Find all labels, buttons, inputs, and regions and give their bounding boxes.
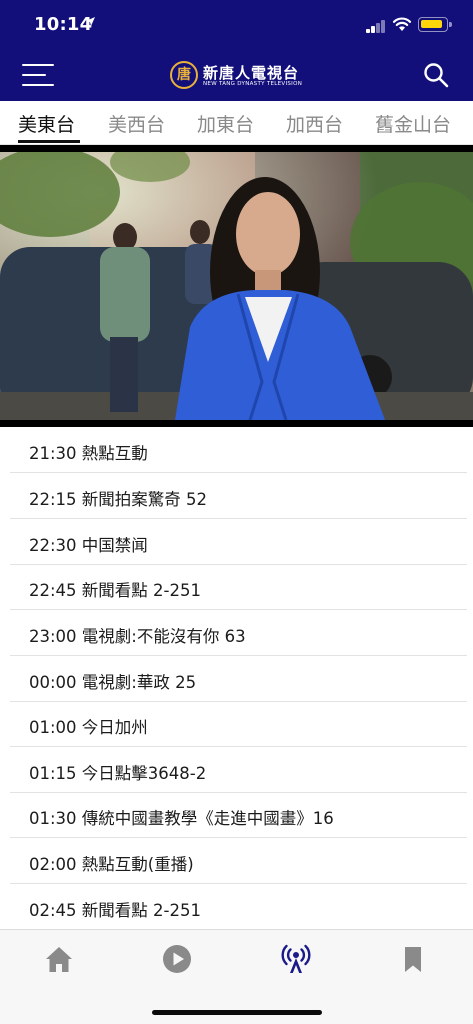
- program-text: 22:30 中国禁闻: [29, 536, 148, 555]
- ntd-logo-mark: 唐: [170, 61, 198, 89]
- program-text: 02:00 熱點互動(重播): [29, 855, 194, 874]
- battery-icon: [418, 17, 452, 32]
- wifi-icon: [392, 16, 412, 32]
- live-video-player[interactable]: [0, 145, 473, 427]
- program-text: 23:00 電視劇:不能沒有你 63: [29, 627, 246, 646]
- program-text: 01:30 傳統中國畫教學《走進中國畫》16: [29, 809, 334, 828]
- list-item[interactable]: 01:15 今日點擊3648-2: [10, 747, 467, 793]
- video-still-image: [0, 152, 473, 420]
- tab-canada-east[interactable]: 加東台: [197, 110, 254, 137]
- search-button[interactable]: [423, 62, 449, 88]
- list-item[interactable]: 01:00 今日加州: [10, 701, 467, 747]
- active-tab-indicator: [18, 140, 80, 143]
- program-text: 21:30 熱點互動: [29, 444, 148, 463]
- tab-canada-west[interactable]: 加西台: [286, 110, 343, 137]
- cellular-signal-icon: [366, 20, 386, 33]
- tab-san-francisco[interactable]: 舊金山台: [375, 110, 451, 137]
- list-item[interactable]: 23:00 電視劇:不能沒有你 63: [10, 610, 467, 656]
- list-item[interactable]: 22:45 新聞看點 2-251: [10, 564, 467, 610]
- program-text: 22:45 新聞看點 2-251: [29, 581, 201, 600]
- list-item[interactable]: 00:00 電視劇:華政 25: [10, 656, 467, 702]
- status-bar: 10:14: [0, 0, 473, 50]
- program-schedule-list: 21:30 熱點互動 22:15 新聞拍案驚奇 52 22:30 中国禁闻 22…: [0, 427, 473, 929]
- program-text: 00:00 電視劇:華政 25: [29, 673, 197, 692]
- tab-us-east[interactable]: 美東台: [18, 110, 75, 137]
- ntd-logo: 唐 新唐人電視台 NEW TANG DYNASTY TELEVISION: [170, 60, 310, 92]
- menu-button[interactable]: [22, 64, 54, 86]
- play-icon: [163, 945, 191, 973]
- bottom-tab-bar: [0, 929, 473, 1024]
- home-indicator: [152, 1010, 322, 1015]
- nav-video-button[interactable]: [160, 942, 194, 976]
- bookmark-icon: [405, 947, 421, 972]
- nav-home-button[interactable]: [42, 942, 76, 976]
- list-item[interactable]: 01:30 傳統中國畫教學《走進中國畫》16: [10, 792, 467, 838]
- list-item[interactable]: 22:30 中国禁闻: [10, 519, 467, 565]
- nav-bookmarks-button[interactable]: [396, 942, 430, 976]
- ntd-logo-chinese: 新唐人電視台: [203, 64, 300, 82]
- home-icon: [46, 947, 72, 972]
- status-time: 10:14: [34, 14, 93, 35]
- program-text: 01:15 今日點擊3648-2: [29, 764, 207, 783]
- nav-live-button[interactable]: [279, 942, 313, 976]
- video-frame: [0, 152, 473, 420]
- location-arrow-icon: [85, 16, 96, 30]
- list-item[interactable]: 22:15 新聞拍案驚奇 52: [10, 473, 467, 519]
- tab-us-west[interactable]: 美西台: [108, 110, 165, 137]
- program-text: 02:45 新聞看點 2-251: [29, 901, 201, 920]
- list-item[interactable]: 21:30 熱點互動: [10, 427, 467, 473]
- program-text: 22:15 新聞拍案驚奇 52: [29, 490, 208, 509]
- search-icon: [424, 63, 449, 88]
- channel-tabs: 美東台 美西台 加東台 加西台 舊金山台: [0, 101, 473, 145]
- ntd-logo-english: NEW TANG DYNASTY TELEVISION: [203, 81, 303, 87]
- live-broadcast-icon: [281, 944, 311, 973]
- program-text: 01:00 今日加州: [29, 718, 148, 737]
- list-item[interactable]: 02:45 新聞看點 2-251: [10, 884, 467, 929]
- app-header: 10:14 唐 新唐人電視台 NEW TANG DYNASTY TELEVISI…: [0, 0, 473, 101]
- list-item[interactable]: 02:00 熱點互動(重播): [10, 838, 467, 884]
